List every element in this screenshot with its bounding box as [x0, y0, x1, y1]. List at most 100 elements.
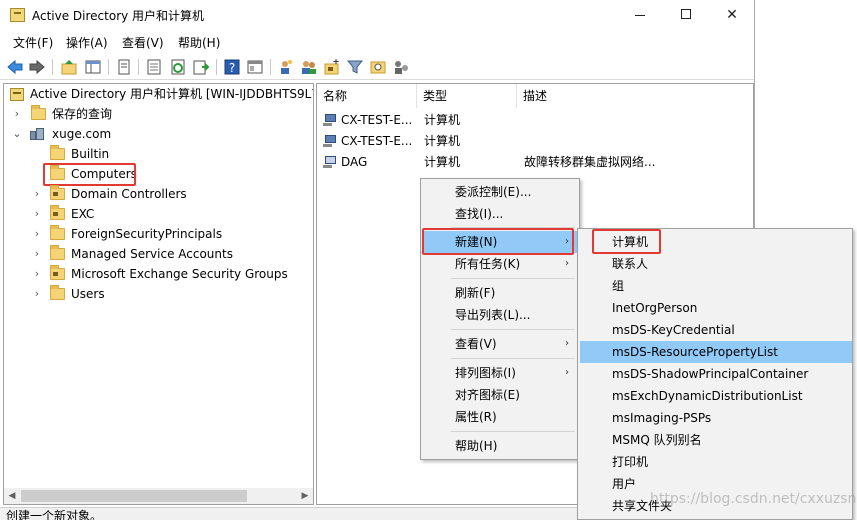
close-button[interactable]: ✕ — [709, 0, 754, 30]
refresh-icon[interactable] — [169, 58, 187, 76]
tree-root-label: Active Directory 用户和计算机 [WIN-IJDDBHTS9L7 — [30, 87, 314, 101]
submenu-item-contact[interactable]: 联系人 — [580, 253, 852, 275]
copy-icon[interactable] — [115, 58, 133, 76]
menu-item-find[interactable]: 查找(I)... — [423, 203, 577, 225]
delegate-icon[interactable] — [392, 58, 410, 76]
menu-view[interactable]: 查看(V) — [122, 34, 164, 51]
expand-icon[interactable]: › — [12, 104, 22, 124]
menu-item-arrange-icons[interactable]: 排列图标(I) › — [423, 362, 577, 384]
tree-item-label: xuge.com — [52, 127, 112, 141]
column-header-name[interactable]: 名称 — [317, 84, 417, 108]
menu-bar: 文件(F) 操作(A) 查看(V) 帮助(H) — [0, 30, 754, 52]
maximize-icon — [681, 8, 691, 19]
menu-item-align-icons[interactable]: 对齐图标(E) — [423, 384, 577, 406]
back-arrow-icon[interactable] — [6, 58, 24, 76]
scroll-right-icon[interactable]: ▶ — [297, 488, 313, 504]
expand-icon[interactable]: › — [32, 244, 42, 264]
submenu-item-inetorgperson[interactable]: InetOrgPerson — [580, 297, 852, 319]
list-item-type: 计算机 — [424, 113, 461, 127]
folder-icon — [50, 145, 65, 160]
submenu-item-msds-resourcepropertylist[interactable]: msDS-ResourcePropertyList — [580, 341, 852, 363]
tree-pane[interactable]: Active Directory 用户和计算机 [WIN-IJDDBHTS9L7… — [3, 83, 314, 505]
submenu-item-printer[interactable]: 打印机 — [580, 451, 852, 473]
menu-item-properties[interactable]: 属性(R) — [423, 406, 577, 428]
list-item[interactable]: DAG 计算机 故障转移群集虚拟网络... — [317, 152, 753, 172]
submenu-arrow-icon: › — [565, 367, 569, 378]
svg-text:?: ? — [229, 61, 235, 75]
expand-icon[interactable]: › — [32, 264, 42, 284]
submenu-item-msds-shadowprincipalcontainer[interactable]: msDS-ShadowPrincipalContainer — [580, 363, 852, 385]
expand-icon[interactable]: › — [32, 224, 42, 244]
tree-horizontal-scrollbar[interactable]: ◀ ▶ — [4, 488, 313, 504]
column-header-type[interactable]: 类型 — [417, 84, 517, 108]
submenu-item-msds-keycredential[interactable]: msDS-KeyCredential — [580, 319, 852, 341]
submenu-item-msmq-queue-alias[interactable]: MSMQ 队列别名 — [580, 429, 852, 451]
scroll-left-icon[interactable]: ◀ — [4, 488, 20, 504]
console-icon[interactable] — [246, 58, 264, 76]
tree-item-exc[interactable]: › EXC — [8, 204, 308, 224]
submenu-item-group[interactable]: 组 — [580, 275, 852, 297]
folder-icon — [50, 225, 65, 240]
annotation-highlight-computers — [43, 163, 136, 186]
submenu-item-msexchdynamicdistributionlist[interactable]: msExchDynamicDistributionList — [580, 385, 852, 407]
tree-item-exchange-security-groups[interactable]: › Microsoft Exchange Security Groups — [8, 264, 308, 284]
list-item[interactable]: CX-TEST-E... 计算机 — [317, 131, 753, 151]
tree-item-users[interactable]: › Users — [8, 284, 308, 304]
export-icon[interactable] — [192, 58, 210, 76]
list-item-description: 故障转移群集虚拟网络... — [524, 155, 656, 169]
tree-item-foreign-security-principals[interactable]: › ForeignSecurityPrincipals — [8, 224, 308, 244]
expand-icon[interactable]: › — [32, 184, 42, 204]
menu-item-all-tasks[interactable]: 所有任务(K) › — [423, 253, 577, 275]
menu-file[interactable]: 文件(F) — [13, 34, 53, 51]
watermark: https://blog.csdn.net/cxxuzsnb123 — [650, 491, 857, 507]
title-bar: Active Directory 用户和计算机 ✕ — [0, 0, 754, 30]
annotation-highlight-computer — [592, 229, 661, 254]
menu-item-view[interactable]: 查看(V) › — [423, 333, 577, 355]
menu-item-arrange-icons-label: 排列图标(I) — [455, 366, 516, 380]
filter-icon[interactable] — [346, 58, 364, 76]
submenu-item-msimaging-psps[interactable]: msImaging-PSPs — [580, 407, 852, 429]
menu-item-export-list[interactable]: 导出列表(L)... — [423, 304, 577, 326]
expand-icon[interactable]: › — [32, 284, 42, 304]
scrollbar-thumb[interactable] — [21, 490, 247, 502]
toolbar: ? — [0, 54, 754, 80]
column-header-description[interactable]: 描述 — [517, 84, 753, 108]
users-icon[interactable] — [277, 58, 295, 76]
collapse-icon[interactable]: ⌄ — [12, 124, 22, 144]
menu-item-help[interactable]: 帮助(H) — [423, 435, 577, 457]
minimize-button[interactable] — [617, 0, 663, 30]
add-ou-icon[interactable] — [323, 58, 341, 76]
folder-icon — [31, 105, 46, 120]
tree-item-label: ForeignSecurityPrincipals — [71, 227, 223, 241]
tree-root[interactable]: Active Directory 用户和计算机 [WIN-IJDDBHTS9L7 — [8, 84, 314, 104]
expand-icon[interactable]: › — [32, 204, 42, 224]
domain-icon — [30, 127, 46, 141]
forward-arrow-icon[interactable] — [28, 58, 46, 76]
tree-item-managed-service-accounts[interactable]: › Managed Service Accounts — [8, 244, 308, 264]
show-tree-icon[interactable] — [84, 58, 102, 76]
find-icon[interactable] — [369, 58, 387, 76]
tree-item-label: EXC — [71, 207, 95, 221]
menu-item-delegate-control[interactable]: 委派控制(E)... — [423, 181, 577, 203]
help-icon[interactable]: ? — [223, 58, 241, 76]
tree-item-domain[interactable]: ⌄ xuge.com — [8, 124, 308, 144]
folder-up-icon[interactable] — [60, 58, 78, 76]
menu-help[interactable]: 帮助(H) — [178, 34, 220, 51]
group-icon[interactable] — [300, 58, 318, 76]
maximize-button[interactable] — [663, 0, 709, 30]
new-submenu: 计算机 联系人 组 InetOrgPerson msDS-KeyCredenti… — [577, 228, 853, 520]
ou-folder-icon — [50, 205, 65, 220]
menu-item-refresh[interactable]: 刷新(F) — [423, 282, 577, 304]
menu-action[interactable]: 操作(A) — [66, 34, 108, 51]
tree-item-saved-queries[interactable]: › 保存的查询 — [8, 104, 308, 124]
active-directory-icon — [10, 88, 24, 101]
tree-item-label: Domain Controllers — [71, 187, 187, 201]
computer-icon — [323, 135, 337, 147]
tree-item-label: Builtin — [71, 147, 110, 161]
tree-item-label: Microsoft Exchange Security Groups — [71, 267, 288, 281]
tree-item-domain-controllers[interactable]: › Domain Controllers — [8, 184, 308, 204]
ou-folder-icon — [50, 265, 65, 280]
tree-item-builtin[interactable]: Builtin — [8, 144, 308, 164]
list-item[interactable]: CX-TEST-E... 计算机 — [317, 110, 753, 130]
properties-icon[interactable] — [145, 58, 163, 76]
